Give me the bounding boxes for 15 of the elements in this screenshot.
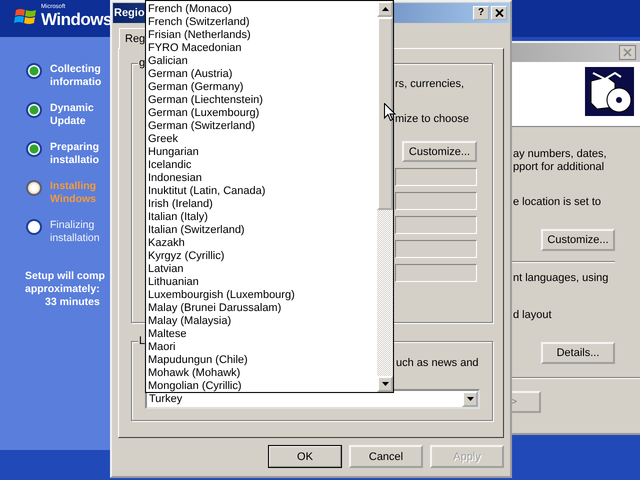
description-text: nt languages, using: [513, 272, 610, 285]
description-text: e location is set to: [513, 196, 602, 209]
step-label: Installing Windows: [50, 180, 96, 206]
description-text: ay numbers, dates, pport for additional: [513, 148, 608, 174]
description-text: rs, currencies,: [395, 78, 466, 91]
brand-name: Windows: [41, 11, 112, 29]
step-label: Dynamic Update: [50, 102, 94, 128]
time-estimate: Setup will comp approximately: 33 minutes: [24, 270, 106, 309]
step-label: Preparing installatio: [50, 141, 100, 167]
description-text: uch as news and: [396, 357, 480, 370]
description-text: d layout: [513, 309, 553, 322]
window-title: Regio: [114, 7, 145, 19]
step-label: Collecting informatio: [50, 63, 102, 89]
step-label: Finalizing installation: [50, 219, 100, 245]
description-text: mize to choose: [395, 113, 470, 126]
